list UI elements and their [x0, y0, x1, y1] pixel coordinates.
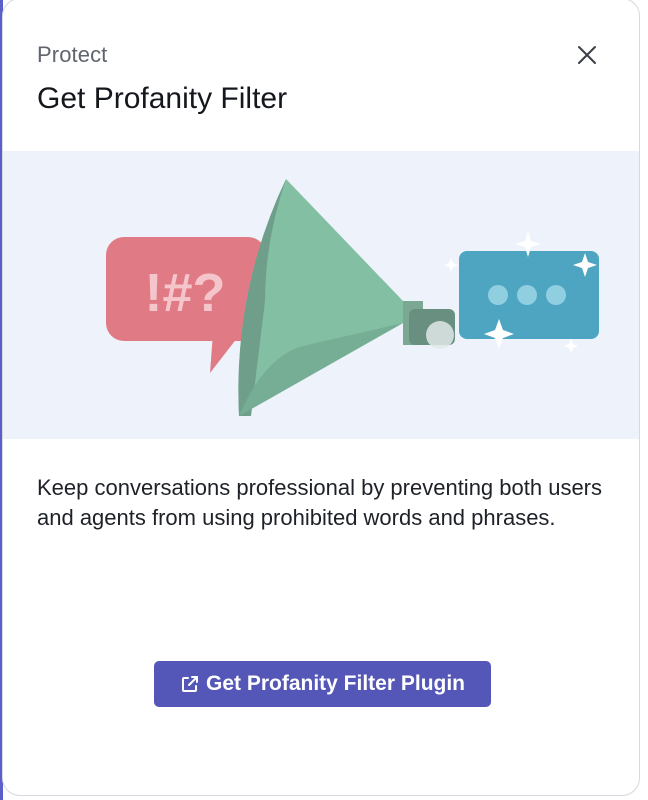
funnel-graphic: [238, 179, 455, 416]
description-text: Keep conversations professional by preve…: [37, 475, 603, 530]
get-plugin-button-label: Get Profanity Filter Plugin: [205, 672, 466, 695]
profanity-funnel-illustration: !#?: [106, 179, 599, 416]
plugin-card: Protect Get Profanity Filter !#? Keep co…: [2, 0, 640, 796]
hero-illustration-panel: !#?: [3, 151, 639, 439]
close-button[interactable]: [571, 39, 603, 71]
close-icon: [578, 46, 596, 64]
page: Protect Get Profanity Filter !#? Keep co…: [0, 0, 648, 800]
external-link-icon: [180, 674, 200, 694]
get-plugin-button[interactable]: Get Profanity Filter Plugin: [154, 661, 491, 707]
page-title: Get Profanity Filter: [37, 82, 288, 115]
profanity-glyphs: !#?: [145, 263, 226, 323]
category-label: Protect: [37, 42, 108, 67]
